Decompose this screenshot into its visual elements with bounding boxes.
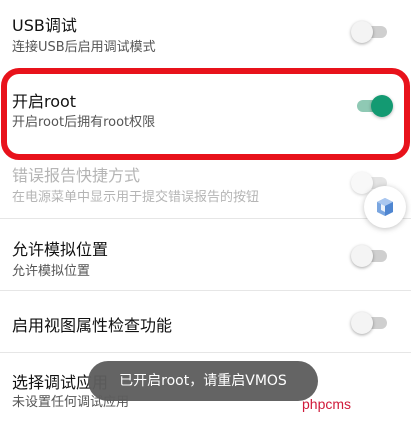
toggle-thumb [351,245,373,267]
setting-bug-report-shortcut: 错误报告快捷方式 在电源菜单中显示用于提交错误报告的按钮 [0,152,411,216]
view-attribute-toggle[interactable] [351,312,387,334]
setting-subtitle: 在电源菜单中显示用于提交错误报告的按钮 [12,190,260,205]
mock-location-toggle[interactable] [351,245,387,267]
setting-subtitle: 允许模拟位置 [12,264,91,279]
highlight-box [1,68,410,160]
toast-message: 已开启root，请重启VMOS [88,361,318,401]
setting-subtitle: 连接USB后启用调试模式 [12,40,156,55]
setting-mock-location[interactable]: 允许模拟位置 允许模拟位置 [0,219,411,289]
setting-view-attribute-inspection[interactable]: 启用视图属性检查功能 [0,291,411,351]
setting-title: 启用视图属性检查功能 [12,316,173,335]
setting-usb-debugging[interactable]: USB调试 连接USB后启用调试模式 [0,0,411,62]
cube-icon [377,198,393,216]
setting-title: USB调试 [12,16,77,35]
floating-cube-button[interactable] [364,186,406,228]
usb-debugging-toggle[interactable] [351,21,387,43]
watermark: phpcms [302,396,352,412]
setting-title: 允许模拟位置 [12,240,109,259]
toggle-thumb [351,312,373,334]
toggle-thumb [351,21,373,43]
setting-title: 错误报告快捷方式 [12,166,141,185]
